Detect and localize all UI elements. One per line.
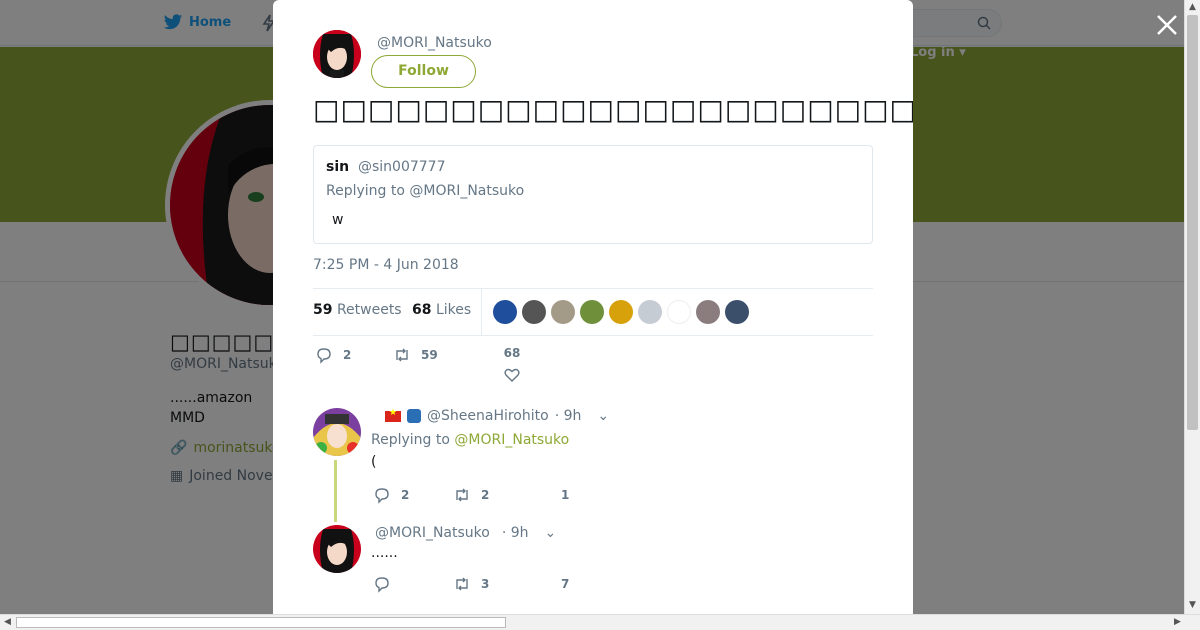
- tweet-timestamp[interactable]: 7:25 PM - 4 Jun 2018: [313, 257, 459, 273]
- reply-header: @MORI_Natsuko · 9h ⌄: [375, 525, 556, 541]
- liker-avatar[interactable]: [551, 300, 575, 324]
- liker-avatar[interactable]: [580, 300, 604, 324]
- quoted-text: w: [332, 212, 344, 228]
- reply-author-avatar[interactable]: [313, 408, 361, 456]
- retweets-count: 59: [313, 302, 333, 318]
- vertical-scrollbar[interactable]: ▲ ▼: [1184, 0, 1200, 614]
- scrollbar-thumb[interactable]: [1187, 15, 1198, 430]
- retweet-action[interactable]: 59: [393, 346, 438, 364]
- reply-count: 2: [343, 348, 352, 362]
- quoted-author-handle: @sin007777: [357, 159, 446, 175]
- like-action[interactable]: 68: [503, 346, 521, 384]
- liker-avatars: [493, 300, 749, 324]
- reply-icon: [375, 577, 389, 593]
- chevron-down-icon[interactable]: ⌄: [545, 525, 557, 541]
- liker-avatar[interactable]: [609, 300, 633, 324]
- quoted-tweet[interactable]: sin @sin007777 Replying to @MORI_Natsuko…: [313, 145, 873, 244]
- heart-icon: [504, 368, 520, 382]
- reply-icon: [317, 348, 331, 364]
- reply-action[interactable]: 2: [315, 346, 351, 364]
- retweet-count: 59: [421, 348, 438, 362]
- like-count: 7: [561, 577, 570, 591]
- quoted-author-name: sin: [326, 159, 350, 175]
- retweets-label: Retweets: [336, 302, 402, 318]
- thread-line: [334, 460, 337, 522]
- retweet-count: 2: [481, 488, 490, 502]
- chevron-down-icon[interactable]: ⌄: [597, 408, 609, 424]
- reply-tweet[interactable]: @MORI_Natsuko · 9h ⌄ ...... 3 7: [313, 525, 873, 614]
- replying-to-handle[interactable]: @MORI_Natsuko: [454, 432, 569, 448]
- retweet-icon: [396, 348, 408, 362]
- reply-header: @SheenaHirohito · 9h ⌄: [385, 408, 609, 424]
- retweet-action[interactable]: 3: [453, 575, 489, 593]
- tweet-text: □□□□□□□□□□□□□□□□□□□□□□□□□□□□□□□□□□□□□□□□…: [313, 93, 913, 126]
- tweet-author-avatar[interactable]: [313, 30, 361, 78]
- reply-icon: [375, 488, 389, 504]
- liker-avatar[interactable]: [522, 300, 546, 324]
- liker-avatar[interactable]: [696, 300, 720, 324]
- liker-avatar[interactable]: [667, 300, 691, 324]
- likes-label: Likes: [435, 302, 472, 318]
- reply-author-handle[interactable]: @SheenaHirohito: [427, 408, 549, 424]
- like-count: 68: [503, 346, 521, 360]
- likes-count: 68: [412, 302, 432, 318]
- scrollbar-thumb[interactable]: [16, 617, 506, 628]
- quoted-replying-to: Replying to @MORI_Natsuko: [326, 183, 525, 199]
- horizontal-scrollbar[interactable]: ◀ ▶: [0, 614, 1200, 630]
- reply-author-avatar[interactable]: [313, 525, 361, 573]
- liker-avatar[interactable]: [725, 300, 749, 324]
- replying-prefix: Replying to: [371, 432, 455, 448]
- reply-time[interactable]: · 9h: [502, 525, 529, 541]
- reply-text: ......: [371, 545, 398, 561]
- scroll-down-icon[interactable]: ▼: [1189, 600, 1196, 610]
- scroll-right-icon[interactable]: ▶: [1174, 617, 1181, 627]
- retweet-action[interactable]: 2: [453, 486, 489, 504]
- tweet-stats: 59 Retweets 68 Likes: [313, 288, 873, 336]
- follow-button[interactable]: Follow: [371, 55, 476, 88]
- divider: [481, 289, 482, 335]
- tweet-modal: @MORI_Natsuko Follow □□□□□□□□□□□□□□□□□□□…: [273, 0, 913, 614]
- retweet-icon: [456, 488, 468, 502]
- reply-text: (: [371, 454, 377, 470]
- reply-replying-to: Replying to @MORI_Natsuko: [371, 432, 569, 448]
- tweet-author-handle[interactable]: @MORI_Natsuko: [377, 35, 492, 51]
- reply-count: 2: [401, 488, 410, 502]
- avatar-illustration: [313, 408, 361, 456]
- liker-avatar[interactable]: [493, 300, 517, 324]
- retweets-stat[interactable]: 59 Retweets: [313, 302, 402, 318]
- like-action[interactable]: 1: [561, 488, 569, 502]
- reply-author-handle[interactable]: @MORI_Natsuko: [375, 525, 490, 541]
- reply-action[interactable]: [373, 575, 401, 593]
- avatar-illustration: [313, 30, 361, 78]
- avatar-illustration: [313, 525, 361, 573]
- retweet-count: 3: [481, 577, 490, 591]
- like-count: 1: [561, 488, 570, 502]
- quoted-author: sin @sin007777: [326, 159, 445, 175]
- scroll-left-icon[interactable]: ◀: [4, 617, 11, 627]
- scroll-up-icon[interactable]: ▲: [1189, 2, 1196, 12]
- retweet-icon: [456, 577, 468, 591]
- reply-tweet[interactable]: @SheenaHirohito · 9h ⌄ Replying to @MORI…: [313, 408, 873, 518]
- like-action[interactable]: 7: [561, 577, 569, 591]
- close-icon[interactable]: [1154, 12, 1180, 38]
- liker-avatar[interactable]: [638, 300, 662, 324]
- reply-time[interactable]: · 9h: [555, 408, 582, 424]
- likes-stat[interactable]: 68 Likes: [412, 302, 471, 318]
- reply-action[interactable]: 2: [373, 486, 409, 504]
- vietnam-flag-icon: [385, 408, 401, 422]
- police-officer-icon: [407, 409, 421, 423]
